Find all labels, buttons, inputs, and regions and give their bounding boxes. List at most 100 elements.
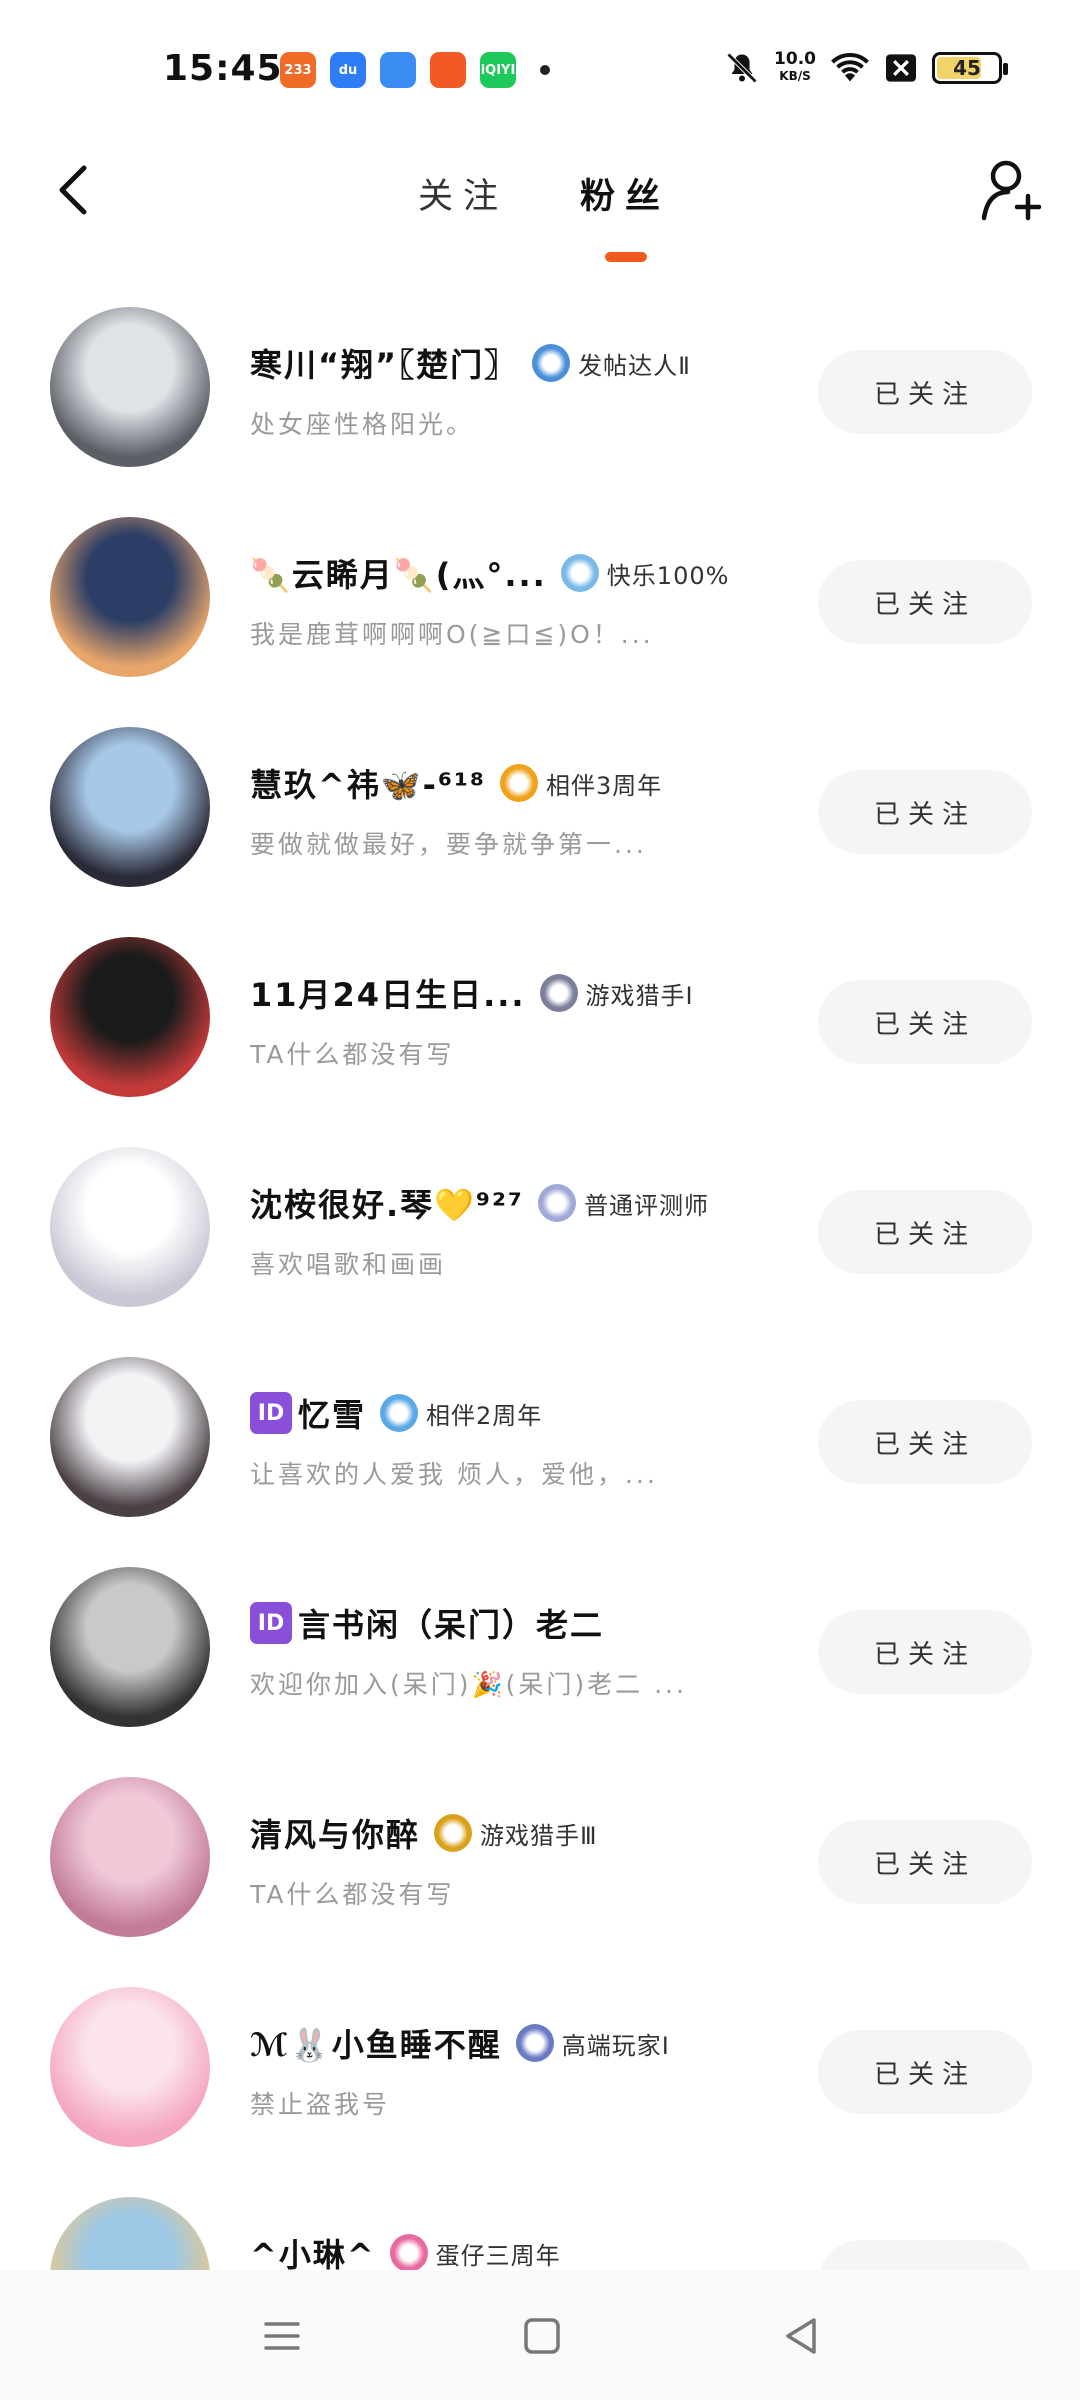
fan-name[interactable]: 沈桉很好.琴💛⁹²⁷ — [250, 1180, 524, 1226]
fan-name[interactable]: 忆雪 — [298, 1390, 366, 1436]
name-line: 🍡云睎月🍡(灬°... 快乐100% — [250, 550, 729, 596]
fan-name[interactable]: ℳ🐰小鱼睡不醒 — [250, 2020, 502, 2066]
status-bar: 15:45 233 du iQIYI 10.0 KB/S 45 — [0, 0, 1080, 140]
fan-bio: 让喜欢的人爱我 烦人，爱他，... — [250, 1460, 658, 1489]
followed-button[interactable]: 已关注 — [818, 980, 1032, 1064]
avatar[interactable] — [50, 517, 210, 677]
active-tab-indicator — [605, 252, 647, 262]
avatar[interactable] — [50, 937, 210, 1097]
medal-label: 发帖达人Ⅱ — [578, 351, 691, 380]
medal-icon — [500, 764, 538, 802]
233-app-icon: 233 — [280, 52, 316, 88]
fan-name[interactable]: 言书闲（呆门）老二 — [298, 1600, 604, 1646]
status-app-icons: 233 du iQIYI — [280, 52, 550, 88]
followed-button[interactable]: 已关注 — [818, 2030, 1032, 2114]
baidu-app-icon: du — [330, 52, 366, 88]
fan-row[interactable]: ID 忆雪 相伴2周年让喜欢的人爱我 烦人，爱他，... 已关注 — [0, 1350, 1080, 1560]
fan-row[interactable]: ℳ🐰小鱼睡不醒 高端玩家Ⅰ 禁止盗我号 已关注 — [0, 1980, 1080, 2190]
id-badge-icon: ID — [250, 1392, 292, 1434]
medal-label: 蛋仔三周年 — [435, 2241, 561, 2270]
followed-button[interactable]: 已关注 — [818, 770, 1032, 854]
medal-label: 相伴3周年 — [546, 771, 663, 800]
fan-row[interactable]: 11月24日生日... 游戏猎手Ⅰ TA什么都没有写 已关注 — [0, 930, 1080, 1140]
kuaishou-app-icon — [430, 52, 466, 88]
back-icon[interactable] — [772, 2306, 832, 2366]
fan-bio: 禁止盗我号 — [250, 2090, 391, 2119]
medal-label: 游戏猎手Ⅰ — [585, 981, 694, 1010]
followed-button[interactable] — [818, 2240, 1032, 2270]
name-line: ID 忆雪 相伴2周年 — [250, 1390, 542, 1436]
medal-icon — [380, 1394, 419, 1432]
medal-icon — [539, 974, 578, 1012]
mute-icon — [726, 52, 758, 84]
fan-bio: 要做就做最好，要争就争第一... — [250, 830, 647, 859]
followed-button[interactable]: 已关注 — [818, 1190, 1032, 1274]
id-badge-icon: ID — [250, 1602, 292, 1644]
name-line: 沈桉很好.琴💛⁹²⁷ 普通评测师 — [250, 1180, 709, 1226]
avatar[interactable] — [50, 1567, 210, 1727]
fan-row[interactable]: ID 言书闲（呆门）老二 欢迎你加入(呆门)🎉(呆门)老二 ... 已关注 — [0, 1560, 1080, 1770]
fan-bio: TA什么都没有写 — [250, 1880, 455, 1909]
avatar[interactable] — [50, 1777, 210, 1937]
avatar[interactable] — [50, 2197, 210, 2270]
name-line: 11月24日生日... 游戏猎手Ⅰ — [250, 970, 694, 1016]
avatar[interactable] — [50, 1147, 210, 1307]
avatar[interactable] — [50, 1987, 210, 2147]
medal-icon — [515, 2024, 554, 2062]
tab-following[interactable]: 关注 — [418, 168, 508, 219]
fan-row[interactable]: 沈桉很好.琴💛⁹²⁷ 普通评测师喜欢唱歌和画画 已关注 — [0, 1140, 1080, 1350]
fan-bio: 我是鹿茸啊啊啊O(≧口≦)O！... — [250, 620, 654, 649]
medal-icon — [434, 1814, 473, 1852]
name-line: ^小琳^ 蛋仔三周年 — [250, 2230, 561, 2270]
avatar[interactable] — [50, 1357, 210, 1517]
sim-off-icon — [886, 54, 916, 82]
fan-row[interactable]: 慧玖^祎🦋-⁶¹⁸ 相伴3周年要做就做最好，要争就争第一... 已关注 — [0, 720, 1080, 930]
name-line: ID 言书闲（呆门）老二 — [250, 1600, 604, 1646]
fan-row[interactable]: ^小琳^ 蛋仔三周年 — [0, 2190, 1080, 2270]
avatar[interactable] — [50, 307, 210, 467]
fan-bio: TA什么都没有写 — [250, 1040, 455, 1069]
fan-name[interactable]: 慧玖^祎🦋-⁶¹⁸ — [250, 760, 486, 806]
name-line: ℳ🐰小鱼睡不醒 高端玩家Ⅰ — [250, 2020, 670, 2066]
fan-name[interactable]: 寒川“翔”〖楚门〗 — [250, 340, 518, 386]
medal-label: 快乐100% — [606, 561, 730, 590]
fan-bio: 处女座性格阳光。 — [250, 410, 475, 439]
tab-fans[interactable]: 粉丝 — [580, 168, 670, 219]
status-right-icons: 10.0 KB/S 45 — [724, 49, 1008, 86]
name-line: 寒川“翔”〖楚门〗 发帖达人Ⅱ — [250, 340, 691, 386]
system-nav-bar — [0, 2270, 1080, 2400]
medal-label: 游戏猎手Ⅲ — [480, 1821, 598, 1850]
fan-name[interactable]: 清风与你醉 — [250, 1810, 420, 1856]
fan-row[interactable]: 🍡云睎月🍡(灬°... 快乐100% 我是鹿茸啊啊啊O(≧口≦)O！... 已关注 — [0, 510, 1080, 720]
fan-name[interactable]: 🍡云睎月🍡(灬°... — [250, 550, 547, 596]
menu-icon[interactable] — [252, 2306, 312, 2366]
network-speed: 10.0 KB/S — [774, 49, 816, 84]
followed-button[interactable]: 已关注 — [818, 560, 1032, 644]
followed-button[interactable]: 已关注 — [818, 1820, 1032, 1904]
fan-row[interactable]: 清风与你醉 游戏猎手Ⅲ TA什么都没有写 已关注 — [0, 1770, 1080, 1980]
fan-name[interactable]: 11月24日生日... — [250, 970, 526, 1016]
fans-list[interactable]: 寒川“翔”〖楚门〗 发帖达人Ⅱ 处女座性格阳光。 已关注 🍡云睎月🍡(灬°... 快乐10… — [0, 300, 1080, 2270]
medal-icon — [389, 2234, 428, 2270]
fan-name[interactable]: ^小琳^ — [250, 2230, 376, 2270]
home-icon[interactable] — [512, 2306, 572, 2366]
back-arrow-icon[interactable] — [48, 160, 98, 220]
notification-dot — [540, 65, 550, 75]
medal-icon — [532, 344, 571, 382]
wifi-icon — [831, 53, 869, 82]
add-user-icon[interactable] — [978, 156, 1044, 222]
followed-button[interactable]: 已关注 — [818, 1610, 1032, 1694]
medal-label: 高端玩家Ⅰ — [561, 2031, 670, 2060]
browser-app-icon — [380, 52, 416, 88]
name-line: 慧玖^祎🦋-⁶¹⁸ 相伴3周年 — [250, 760, 662, 806]
medal-label: 相伴2周年 — [426, 1401, 543, 1430]
avatar[interactable] — [50, 727, 210, 887]
medal-label: 普通评测师 — [584, 1191, 710, 1220]
fan-row[interactable]: 寒川“翔”〖楚门〗 发帖达人Ⅱ 处女座性格阳光。 已关注 — [0, 300, 1080, 510]
battery-indicator: 45 — [932, 52, 1008, 84]
name-line: 清风与你醉 游戏猎手Ⅲ — [250, 1810, 598, 1856]
status-time: 15:45 — [163, 48, 283, 89]
fan-bio: 喜欢唱歌和画画 — [250, 1250, 447, 1279]
followed-button[interactable]: 已关注 — [818, 350, 1032, 434]
followed-button[interactable]: 已关注 — [818, 1400, 1032, 1484]
